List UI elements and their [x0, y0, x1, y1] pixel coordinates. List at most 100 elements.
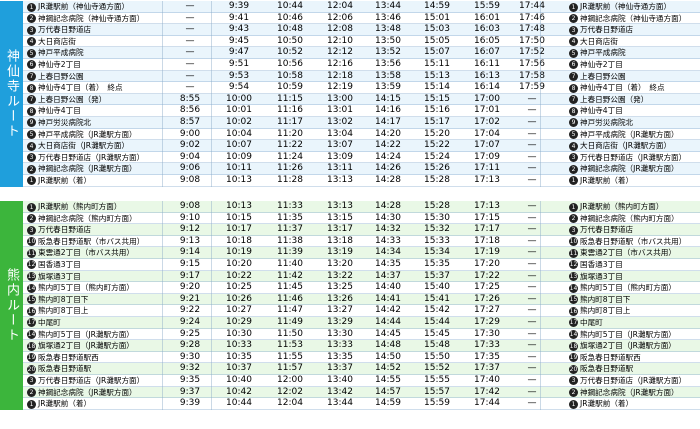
departure-time: 16:05 [474, 35, 500, 46]
stop-number-icon: 13 [27, 272, 36, 282]
departure-time: 15:05 [424, 35, 450, 46]
stop-label: 神仙寺2丁目 [38, 59, 81, 69]
stop-number-icon: 2 [569, 164, 578, 174]
departure-time: 8:56 [179, 105, 201, 116]
stop-label: 神鋼記念病院（熊内町方面） [38, 213, 137, 223]
departure-time: 10:00 [226, 93, 252, 104]
stop-number-icon: 9 [569, 118, 578, 128]
departure-time: — [185, 35, 195, 46]
table-row: 12 国香通3丁目 9:15 10:20 11:40 13:20 14:35 15:35 17:… [23, 258, 700, 271]
departure-time: — [527, 201, 537, 211]
departure-time: 13:13 [327, 201, 353, 211]
departure-time: 15:45 [424, 328, 450, 339]
departure-time: 13:40 [327, 374, 353, 385]
stop-name-right: 16 熊内町8丁目上 [569, 305, 699, 317]
departure-time: 17:58 [519, 70, 545, 81]
departure-time: — [527, 328, 537, 339]
stop-number-icon: 12 [27, 260, 36, 270]
departure-time: 17:00 [474, 93, 500, 104]
departure-time: 11:42 [277, 270, 303, 281]
table-row: 1 JR灘駅前（熊内町方面） 9:08 10:13 11:33 13:13 14:28 15:… [23, 201, 700, 213]
departure-time: 9:30 [179, 351, 201, 362]
departure-time: 17:25 [474, 282, 500, 293]
departure-time: 17:46 [519, 12, 545, 23]
departure-time: 13:37 [327, 363, 353, 374]
departure-time: — [527, 174, 537, 185]
stop-label: 熊内町5丁目（JR灘駅方面） [38, 329, 134, 339]
departure-time: 16:11 [474, 58, 500, 69]
departure-time: 9:20 [179, 282, 201, 293]
stop-label: 神仙寺4丁目（着） 終点 [38, 83, 123, 93]
departure-time: 15:28 [424, 174, 450, 185]
stop-number-icon: 8 [569, 83, 578, 93]
stop-number-icon: 2 [569, 14, 578, 24]
departure-time: 9:43 [228, 24, 250, 35]
table-row: 3 万代春日野道店 9:12 10:17 11:37 13:17 14:32 15:32 17:… [23, 224, 700, 236]
departure-time: 8:55 [179, 93, 201, 104]
departure-time: 16:13 [474, 70, 500, 81]
stop-name-right: 8 神仙寺4丁目 [569, 105, 699, 117]
departure-time: 15:50 [424, 351, 450, 362]
departure-time: 9:54 [228, 82, 250, 93]
departure-time: 15:22 [424, 140, 450, 151]
table-row: 3 万代春日野道店（JR灘駅方面） 9:04 10:09 11:24 13:09 14:24… [23, 151, 700, 164]
departure-time: 11:24 [277, 151, 303, 162]
departure-time: 11:46 [277, 293, 303, 304]
stop-name: 2 神鋼記念病院（熊内町方面） [27, 213, 167, 225]
stop-label: 神戸平成病院 [38, 48, 84, 58]
stop-name-right: 3 万代春日野道店（JR灘駅方面） [569, 152, 699, 164]
stop-label: 旗塚通2丁目（JR灘駅方面） [38, 341, 134, 351]
departure-time: 14:52 [375, 363, 401, 374]
departure-time: 14:30 [375, 212, 401, 223]
stop-label: 神仙寺2丁目 [580, 59, 623, 69]
table-row: 10 阪急春日野道駅（市バス共用） 9:13 10:18 11:38 13:18 14:33… [23, 235, 700, 248]
stop-number-icon: 20 [569, 364, 578, 374]
stop-name: 3 万代春日野道店 [27, 24, 167, 36]
departure-time: 13:56 [375, 58, 401, 69]
stop-name-right: 20 阪急春日野道駅 [569, 363, 699, 375]
departure-time: 9:35 [179, 374, 201, 385]
stop-name-right: 4 大日商店街（JR灘駅方面） [569, 140, 699, 152]
stop-number-icon: 3 [27, 376, 36, 386]
table-row: 7 上春日野公園 —9:53 10:58 12:18 13:58 15:13 16:13 17:… [23, 70, 700, 83]
stop-number-icon: 3 [569, 25, 578, 35]
departure-time: 10:29 [226, 316, 252, 327]
departure-time: 10:56 [277, 58, 303, 69]
stop-label: JR灘駅前（熊内町方面） [38, 202, 122, 211]
stop-name-right: 3 万代春日野道店（JR灘駅方面） [569, 375, 699, 387]
departure-time: 9:12 [179, 224, 201, 235]
table-row: 14 熊内町5丁目（熊内町方面） 9:20 10:25 11:45 13:25 14:40 1… [23, 282, 700, 294]
departure-time: — [527, 305, 537, 316]
departure-time: 14:35 [375, 258, 401, 269]
stop-label: 万代春日野道店（JR灘駅方面） [580, 152, 687, 162]
departure-time: 15:01 [424, 12, 450, 23]
stop-label: 旗塚通3丁目 [38, 271, 81, 281]
stop-number-icon: 6 [27, 60, 36, 70]
departure-time: 10:22 [226, 270, 252, 281]
stop-name: 10 阪急春日野道駅（市バス共用） [27, 236, 167, 248]
departure-time: 13:20 [327, 258, 353, 269]
departure-time: — [185, 47, 195, 58]
departure-time: 9:13 [179, 235, 201, 246]
departure-time: 16:03 [474, 24, 500, 35]
stop-label: 神戸平成病院（JR灘駅方面） [38, 129, 137, 139]
stop-label: 神戸平成病院 [580, 48, 626, 58]
departure-time: 14:44 [375, 316, 401, 327]
departure-time: 14:37 [375, 270, 401, 281]
table-row: 3 万代春日野道店（JR灘駅方面） 9:35 10:40 12:00 13:40 14:55… [23, 374, 700, 387]
stop-label: 東雲通2丁目（市バス共用） [580, 248, 676, 258]
departure-time: 15:16 [424, 105, 450, 116]
table-row: 14 熊内町5丁目（JR灘駅方面） 9:25 10:30 11:50 13:30 14:45… [23, 328, 700, 341]
column-divider [540, 201, 541, 410]
table-row: 7 上春日野公園（発） 8:55 10:00 11:15 13:00 14:15 15:15 1… [23, 93, 700, 106]
departure-time: 13:11 [327, 163, 353, 174]
stop-number-icon: 1 [569, 176, 578, 186]
departure-time: — [527, 224, 537, 235]
stop-number-icon: 10 [27, 237, 36, 247]
departure-time: 10:07 [226, 140, 252, 151]
stop-name: 19 阪急春日野道駅西 [27, 352, 167, 364]
table-row: 2 神鋼記念病院（熊内町方面） 9:10 10:15 11:35 13:15 14:30 15… [23, 212, 700, 225]
stop-label: 熊内町5丁目（熊内町方面） [580, 283, 676, 293]
stop-label: 旗塚通3丁目 [580, 271, 623, 281]
stop-name: 18 旗塚通2丁目（JR灘駅方面） [27, 340, 167, 352]
